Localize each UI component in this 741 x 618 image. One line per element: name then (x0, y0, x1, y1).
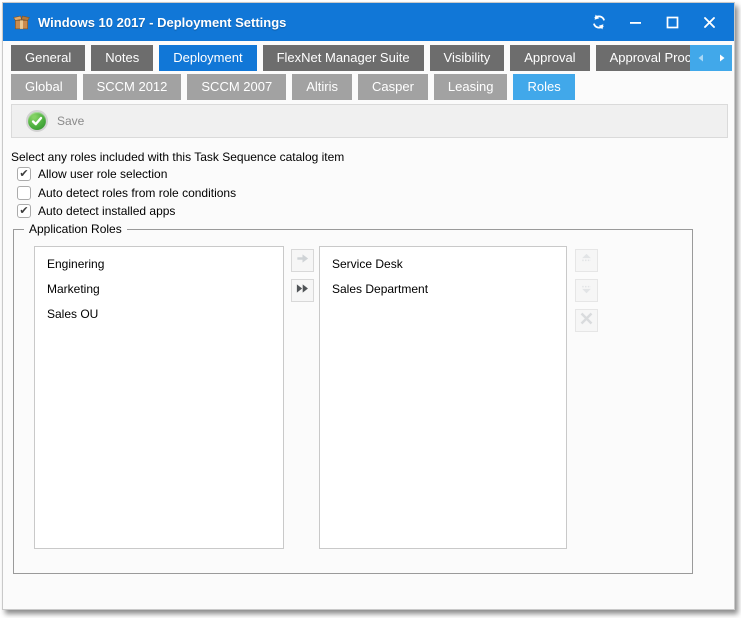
checkbox-auto-detect-roles-from-role-conditions[interactable]: Auto detect roles from role conditions (17, 185, 236, 201)
add-selected-button[interactable] (291, 249, 314, 272)
tab-row-primary: General Notes Deployment FlexNet Manager… (11, 45, 732, 71)
scroll-right-icon[interactable] (713, 47, 731, 69)
application-roles-groupbox: Application Roles Enginering Marketing S… (13, 229, 693, 574)
list-item[interactable]: Sales OU (35, 302, 283, 327)
tab-general[interactable]: General (11, 45, 85, 71)
refresh-icon[interactable] (590, 14, 607, 31)
toolbar: Save (11, 104, 728, 138)
tab-roles[interactable]: Roles (513, 74, 574, 100)
checkbox-allow-user-role-selection[interactable]: ✔ Allow user role selection (17, 166, 167, 182)
deployment-settings-window: Windows 10 2017 - Deployment Settings (2, 2, 735, 610)
tab-deployment[interactable]: Deployment (159, 45, 256, 71)
tab-casper[interactable]: Casper (358, 74, 428, 100)
tab-approval[interactable]: Approval (510, 45, 589, 71)
minimize-icon[interactable] (627, 14, 644, 31)
move-up-button[interactable] (575, 249, 598, 272)
list-item[interactable]: Marketing (35, 277, 283, 302)
tab-sccm-2012[interactable]: SCCM 2012 (83, 74, 182, 100)
arrow-right-icon (295, 251, 310, 271)
checkbox-label: Allow user role selection (38, 167, 167, 181)
groupbox-title: Application Roles (24, 222, 127, 236)
check-circle-icon (26, 110, 48, 132)
double-arrow-right-icon (295, 281, 310, 301)
order-buttons (575, 249, 598, 332)
tab-sccm-2007[interactable]: SCCM 2007 (187, 74, 286, 100)
available-roles-list[interactable]: Enginering Marketing Sales OU (34, 246, 284, 549)
x-icon (579, 311, 594, 331)
tab-notes[interactable]: Notes (91, 45, 153, 71)
close-icon[interactable] (701, 14, 718, 31)
tab-row-secondary: Global SCCM 2012 SCCM 2007 Altiris Caspe… (11, 74, 732, 100)
tab-leasing[interactable]: Leasing (434, 74, 508, 100)
selected-roles-list[interactable]: Service Desk Sales Department (319, 246, 567, 549)
tab-altiris[interactable]: Altiris (292, 74, 352, 100)
checkbox-label: Auto detect roles from role conditions (38, 186, 236, 200)
roles-instruction: Select any roles included with this Task… (11, 150, 344, 164)
move-down-button[interactable] (575, 279, 598, 302)
checkbox-label: Auto detect installed apps (38, 204, 175, 218)
save-button[interactable]: Save (18, 107, 92, 135)
checkbox-box[interactable]: ✔ (17, 204, 31, 218)
tab-global[interactable]: Global (11, 74, 77, 100)
window-title: Windows 10 2017 - Deployment Settings (38, 15, 286, 30)
list-item[interactable]: Service Desk (320, 252, 566, 277)
checkbox-box[interactable] (17, 186, 31, 200)
maximize-icon[interactable] (664, 14, 681, 31)
checkbox-box[interactable]: ✔ (17, 167, 31, 181)
arrow-up-icon (579, 251, 594, 271)
tab-scroll-buttons (690, 45, 732, 71)
add-all-button[interactable] (291, 279, 314, 302)
scroll-left-icon[interactable] (692, 47, 710, 69)
arrow-down-icon (579, 281, 594, 301)
list-item[interactable]: Enginering (35, 252, 283, 277)
package-icon (13, 14, 30, 31)
tab-flexnet-manager-suite[interactable]: FlexNet Manager Suite (263, 45, 424, 71)
transfer-buttons (291, 249, 314, 302)
remove-button[interactable] (575, 309, 598, 332)
tab-visibility[interactable]: Visibility (430, 45, 505, 71)
checkbox-auto-detect-installed-apps[interactable]: ✔ Auto detect installed apps (17, 203, 175, 219)
window-controls (590, 14, 724, 31)
save-label: Save (57, 114, 84, 128)
screen: Windows 10 2017 - Deployment Settings (0, 0, 741, 618)
list-item[interactable]: Sales Department (320, 277, 566, 302)
titlebar[interactable]: Windows 10 2017 - Deployment Settings (3, 3, 734, 41)
